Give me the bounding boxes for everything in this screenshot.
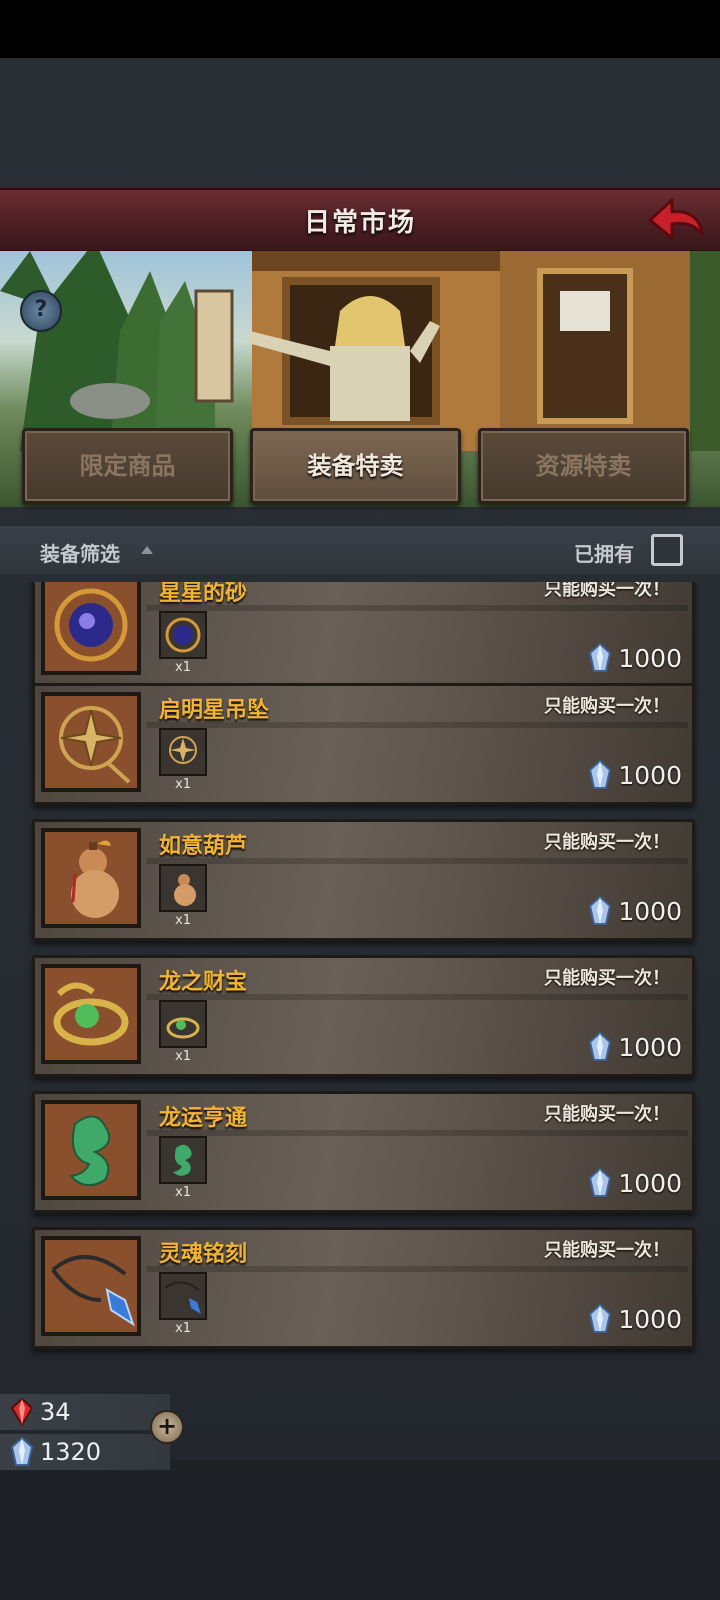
item-list[interactable]: 星星的砂 只能购买一次！ x1 1000 启明星吊坠 只能购买一次！ x1 10… [0, 582, 720, 1358]
crystal-count: 1320 [40, 1438, 102, 1466]
purchase-limit: 只能购买一次！ [544, 1240, 670, 1261]
crystal-icon [10, 1437, 34, 1466]
dragon-ring-thumb-icon [159, 1000, 207, 1048]
dragon-ring-icon [41, 964, 141, 1064]
jade-dragon-icon [41, 1100, 141, 1200]
bottom-area [0, 1460, 720, 1600]
item-quantity: x1 [175, 777, 191, 792]
item-card[interactable]: 如意葫芦 只能购买一次！ x1 1000 [32, 819, 695, 941]
purchase-limit: 只能购买一次！ [544, 1104, 670, 1125]
item-card[interactable]: 龙之财宝 只能购买一次！ x1 1000 [32, 955, 695, 1077]
gourd-thumb-icon [159, 864, 207, 912]
compass-star-pendant-icon [41, 692, 141, 792]
price-button[interactable]: 1000 [588, 1030, 682, 1064]
item-price: 1000 [618, 896, 682, 926]
item-card[interactable]: 龙运亨通 只能购买一次！ x1 1000 [32, 1091, 695, 1213]
item-price: 1000 [618, 1032, 682, 1062]
jade-dragon-thumb-icon [159, 1136, 207, 1184]
tab-label: 装备特卖 [307, 452, 404, 480]
crystal-icon [589, 760, 612, 789]
equipment-filter-dropdown[interactable]: 装备筛选 [40, 538, 120, 567]
page-title: 日常市场 [303, 208, 416, 238]
item-name: 如意葫芦 [159, 834, 248, 859]
item-quantity: x1 [175, 660, 191, 675]
market-header: 日常市场 [0, 188, 720, 253]
red-gem-count: 34 [40, 1398, 71, 1426]
soul-crystal-necklace-icon [41, 1236, 141, 1336]
filter-arrow-icon [141, 546, 153, 554]
question-mark-icon: ? [34, 297, 48, 322]
soul-crystal-thumb-icon [159, 1272, 207, 1320]
starry-orb-icon [41, 582, 141, 675]
item-quantity: x1 [175, 913, 191, 928]
item-quantity: x1 [175, 1321, 191, 1336]
tab-limited-goods[interactable]: 限定商品 [22, 428, 233, 504]
purchase-limit: 只能购买一次！ [544, 968, 670, 989]
owned-checkbox[interactable] [651, 534, 683, 566]
crystal-icon [589, 1168, 612, 1197]
item-price: 1000 [618, 760, 682, 790]
item-quantity: x1 [175, 1049, 191, 1064]
purchase-limit: 只能购买一次！ [544, 832, 670, 853]
gourd-icon [41, 828, 141, 928]
crystal-icon [589, 1304, 612, 1333]
help-button[interactable]: ? [20, 290, 62, 332]
item-price: 1000 [618, 1304, 682, 1334]
filter-bar: 装备筛选 已拥有 [0, 526, 720, 574]
item-card[interactable]: 启明星吊坠 只能购买一次！ x1 1000 [32, 683, 695, 805]
item-name: 星星的砂 [159, 582, 248, 606]
status-bar [0, 0, 720, 58]
back-button[interactable] [646, 194, 706, 242]
plus-icon: + [156, 1412, 178, 1440]
tab-resource-sale[interactable]: 资源特卖 [478, 428, 689, 504]
price-button[interactable]: 1000 [588, 894, 682, 928]
price-button[interactable]: 1000 [588, 1166, 682, 1200]
crystal-balance: 1320 [0, 1434, 170, 1470]
tab-label: 资源特卖 [535, 452, 632, 480]
price-button[interactable]: 1000 [588, 758, 682, 792]
price-button[interactable]: 1000 [588, 641, 682, 675]
item-card[interactable]: 星星的砂 只能购买一次！ x1 1000 [32, 582, 695, 688]
tab-equipment-sale[interactable]: 装备特卖 [250, 428, 461, 504]
crystal-icon [589, 643, 612, 672]
purchase-limit: 只能购买一次！ [544, 582, 670, 600]
item-card[interactable]: 灵魂铭刻 只能购买一次！ x1 1000 [32, 1227, 695, 1349]
starry-orb-thumb-icon [159, 611, 207, 659]
item-price: 1000 [618, 1168, 682, 1198]
add-crystals-button[interactable]: + [150, 1410, 184, 1444]
price-button[interactable]: 1000 [588, 1302, 682, 1336]
tab-label: 限定商品 [79, 452, 176, 480]
item-name: 启明星吊坠 [159, 698, 270, 723]
red-gem-icon [10, 1398, 34, 1426]
item-name: 龙之财宝 [159, 970, 248, 995]
purchase-limit: 只能购买一次！ [544, 696, 670, 717]
compass-star-thumb-icon [159, 728, 207, 776]
back-arrow-icon [648, 198, 704, 240]
crystal-icon [589, 1032, 612, 1061]
red-gem-balance: 34 [0, 1394, 170, 1430]
crystal-icon [589, 896, 612, 925]
item-name: 龙运亨通 [159, 1106, 248, 1131]
item-price: 1000 [618, 643, 682, 673]
owned-label: 已拥有 [574, 542, 634, 566]
item-quantity: x1 [175, 1185, 191, 1200]
item-name: 灵魂铭刻 [159, 1242, 248, 1267]
